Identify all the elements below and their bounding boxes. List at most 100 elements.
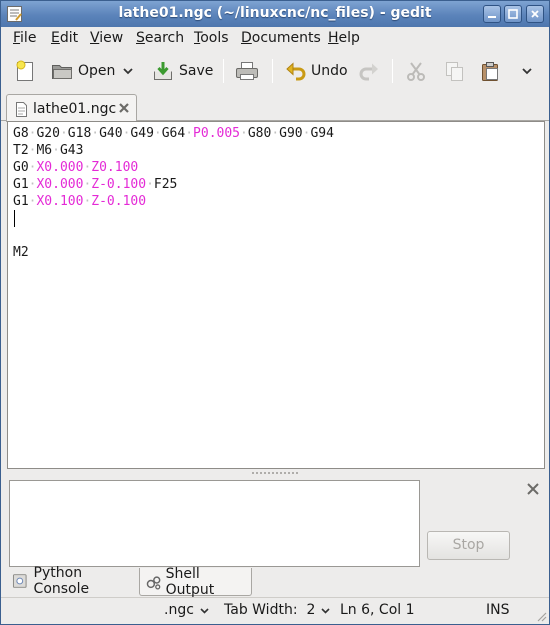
code-line: G0·X0.000·Z0.100 — [13, 159, 334, 176]
code-line: G1·X0.000·Z-0.100·F25 — [13, 176, 334, 193]
code-token: G90 — [279, 126, 303, 141]
save-icon — [154, 62, 172, 80]
tab-width-label: Tab Width: 2 — [224, 602, 316, 618]
shell-output-label: Shell Output — [165, 565, 215, 598]
copy-button[interactable] — [443, 55, 465, 87]
menu-help[interactable]: Help — [328, 30, 360, 46]
menu-bar: File Edit View Search Tools Documents He… — [1, 27, 549, 49]
window-title: lathe01.ngc (~/linuxcnc/nc_files) - gedi… — [118, 5, 432, 21]
undo-label: Undo — [311, 63, 348, 79]
code-number: Z0.100 — [91, 160, 139, 175]
code-token: M6 — [36, 143, 53, 158]
paste-button[interactable] — [479, 55, 501, 87]
language-label: .ngc — [164, 602, 194, 618]
code-token: G20 — [36, 126, 60, 141]
stop-button[interactable]: Stop — [427, 531, 510, 560]
code-token: M2 — [13, 245, 29, 260]
code-token: G0 — [13, 160, 29, 175]
document-tabs: lathe01.ngc — [1, 92, 549, 122]
code-line: T2·M6·G43 — [13, 142, 334, 159]
chevron-down-icon — [200, 607, 209, 614]
whitespace-marker: · — [271, 126, 280, 141]
open-label: Open — [78, 63, 116, 79]
status-bar: .ngc Tab Width: 2 Ln 6, Col 1 INS — [1, 597, 549, 624]
shell-output-area[interactable] — [9, 480, 420, 567]
code-line: M2 — [13, 244, 334, 261]
python-console-label: Python Console — [33, 565, 90, 597]
tab-lathe01[interactable]: lathe01.ngc — [6, 94, 137, 122]
maximize-icon — [508, 9, 518, 19]
close-icon[interactable] — [526, 482, 540, 496]
tab-width-selector[interactable]: Tab Width: 2 — [224, 602, 331, 618]
code-token: G94 — [310, 126, 334, 141]
new-document-button[interactable] — [13, 55, 41, 87]
gedit-window: lathe01.ngc (~/linuxcnc/nc_files) - gedi… — [0, 0, 550, 625]
cut-button[interactable] — [405, 55, 427, 87]
paste-icon — [482, 62, 498, 81]
whitespace-marker: · — [59, 126, 68, 141]
code-token: G64 — [161, 126, 186, 141]
code-number: X0.000 — [36, 177, 84, 192]
whitespace-marker: · — [52, 143, 60, 158]
code-token: F25 — [153, 177, 178, 192]
open-dropdown-button[interactable] — [121, 55, 135, 87]
insert-mode: INS — [486, 602, 510, 618]
resize-grip-icon[interactable] — [535, 610, 547, 622]
open-button[interactable]: Open — [50, 55, 115, 87]
whitespace-marker: · — [185, 126, 194, 141]
menu-search[interactable]: Search — [136, 30, 184, 46]
menu-file[interactable]: File — [13, 30, 36, 46]
python-icon — [12, 574, 27, 588]
code-token: G80 — [247, 126, 272, 141]
save-button[interactable]: Save — [151, 55, 213, 87]
maximize-button[interactable] — [504, 5, 522, 23]
tab-python-console[interactable]: Python Console — [7, 565, 139, 597]
text-editor[interactable]: G8·G20·G18·G40·G49·G64·P0.005·G80·G90·G9… — [7, 121, 545, 469]
close-icon — [531, 10, 539, 18]
toolbar-separator — [223, 59, 224, 83]
print-icon — [236, 62, 258, 80]
whitespace-marker: · — [153, 126, 162, 141]
close-icon[interactable] — [117, 101, 131, 115]
redo-button[interactable] — [358, 55, 380, 87]
code-token: G8 — [13, 126, 29, 141]
code-number: P0.005 — [193, 126, 241, 141]
toolbar: Open Save Undo — [1, 51, 549, 91]
copy-icon — [446, 62, 463, 81]
redo-icon — [359, 63, 378, 81]
tab-label: lathe01.ngc — [33, 101, 117, 117]
menu-view[interactable]: View — [90, 30, 123, 46]
undo-icon — [286, 62, 306, 81]
pane-resize-handle[interactable] — [251, 471, 299, 475]
code-number: X0.000 — [36, 160, 84, 175]
language-selector[interactable]: .ngc — [164, 602, 210, 618]
code-line: G1·X0.100·Z-0.100 — [13, 193, 334, 210]
chevron-down-icon — [321, 607, 330, 614]
text-cursor — [14, 210, 15, 227]
title-bar[interactable]: lathe01.ngc (~/linuxcnc/nc_files) - gedi… — [1, 1, 549, 27]
minimize-button[interactable] — [483, 5, 501, 23]
whitespace-marker: · — [91, 126, 100, 141]
print-button[interactable] — [234, 55, 260, 87]
whitespace-marker: · — [146, 177, 154, 192]
whitespace-marker: · — [240, 126, 248, 141]
code-token: T2 — [13, 143, 29, 158]
undo-button[interactable]: Undo — [285, 55, 348, 87]
code-token: G1 — [13, 177, 29, 192]
code-number: Z-0.100 — [91, 177, 147, 192]
new-document-icon — [16, 60, 33, 81]
code-token: G1 — [13, 194, 29, 209]
document-icon — [16, 102, 27, 117]
minimize-icon — [488, 16, 496, 18]
menu-tools[interactable]: Tools — [194, 30, 229, 46]
chevron-down-icon — [123, 68, 133, 75]
menu-documents[interactable]: Documents — [241, 30, 321, 46]
toolbar-overflow-button[interactable] — [520, 55, 534, 87]
chevron-down-icon — [522, 68, 532, 75]
code-number: Z-0.100 — [91, 194, 147, 209]
code-token: G49 — [130, 126, 154, 141]
tab-shell-output[interactable]: Shell Output — [139, 565, 252, 598]
close-window-button[interactable] — [526, 5, 544, 23]
menu-edit[interactable]: Edit — [51, 30, 78, 46]
